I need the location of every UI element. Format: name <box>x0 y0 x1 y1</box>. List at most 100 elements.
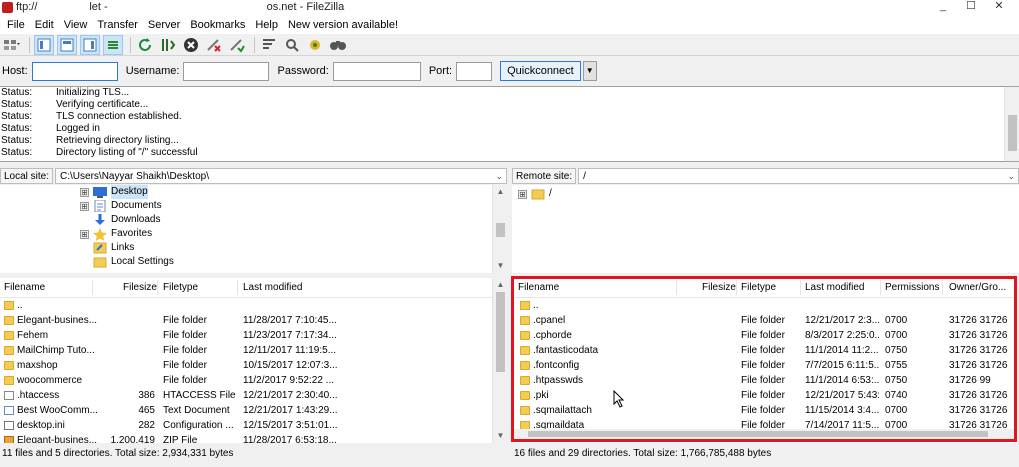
toggle-remote-tree-icon[interactable] <box>80 34 100 55</box>
table-row[interactable]: .cphorde File folder 8/3/2017 2:25:0... 070… <box>512 329 1017 344</box>
toggle-local-tree-icon[interactable] <box>57 34 77 55</box>
column-owner-group[interactable]: Owner/Gro... <box>949 282 1006 293</box>
directory-filter-icon[interactable] <box>259 35 279 55</box>
column-permissions[interactable]: Permissions <box>885 282 939 293</box>
menu-file[interactable]: File <box>2 19 30 31</box>
column-divider[interactable] <box>800 280 801 295</box>
table-row[interactable]: .sqmailattach File folder 11/15/2014 3:4..… <box>512 404 1017 419</box>
menu-new-version[interactable]: New version available! <box>283 19 403 31</box>
table-row[interactable]: Fehem File folder 11/23/2017 7:17:34... <box>0 329 507 344</box>
log-text: Retrieving directory listing... <box>56 135 179 146</box>
tree-item-links[interactable]: Links <box>80 241 134 255</box>
column-filetype[interactable]: Filetype <box>163 282 198 293</box>
expand-icon[interactable]: ⊞ <box>80 229 89 239</box>
log-scrollbar[interactable] <box>1004 87 1019 161</box>
column-last-modified[interactable]: Last modified <box>243 282 302 293</box>
menu-help[interactable]: Help <box>250 19 283 31</box>
expand-icon[interactable]: ⊞ <box>80 187 89 197</box>
tree-item-favorites[interactable]: ⊞ Favorites <box>80 227 152 241</box>
table-row[interactable]: Elegant-busines... 1,200,419 ZIP File 11/28… <box>0 434 507 443</box>
menu-transfer[interactable]: Transfer <box>92 19 143 31</box>
scroll-thumb[interactable] <box>496 223 505 237</box>
table-row[interactable]: .fantasticodata File folder 11/1/2014 11:2… <box>512 344 1017 359</box>
tree-item-downloads[interactable]: Downloads <box>80 213 160 227</box>
quickconnect-button[interactable]: Quickconnect <box>500 61 581 81</box>
log-scroll-thumb[interactable] <box>1008 115 1017 151</box>
sync-browsing-icon[interactable] <box>305 35 325 55</box>
scroll-down-icon[interactable]: ▼ <box>493 429 507 443</box>
column-divider[interactable] <box>676 280 677 295</box>
table-row[interactable]: desktop.ini 282 Configuration ... 12/15/201… <box>0 419 507 434</box>
cancel-icon[interactable] <box>181 35 201 55</box>
column-divider[interactable] <box>237 280 238 295</box>
host-input[interactable] <box>31 61 118 81</box>
table-row[interactable]: .. <box>0 299 507 314</box>
menu-edit[interactable]: Edit <box>30 19 59 31</box>
scroll-thumb[interactable] <box>496 292 505 372</box>
table-row[interactable]: .htaccess 386 HTACCESS File 12/21/2017 2:30… <box>0 389 507 404</box>
toggle-log-icon[interactable] <box>34 34 54 55</box>
menu-view[interactable]: View <box>59 19 93 31</box>
tree-item-root[interactable]: ⊞ / <box>518 187 552 201</box>
table-row[interactable]: MailChimp Tuto... File folder 12/11/2017 1… <box>0 344 507 359</box>
menu-server[interactable]: Server <box>143 19 185 31</box>
maximize-button[interactable]: ☐ <box>957 0 985 14</box>
folder-icon <box>531 189 545 200</box>
tree-item-local-settings[interactable]: Local Settings <box>80 255 174 269</box>
search-icon[interactable] <box>282 35 302 55</box>
site-manager-icon[interactable] <box>2 35 22 55</box>
expand-icon[interactable]: ⊞ <box>518 189 527 199</box>
local-tree-scrollbar[interactable]: ▲ ▼ <box>492 185 507 273</box>
table-row[interactable]: Best WooComm... 465 Text Document 12/21/201… <box>0 404 507 419</box>
table-row[interactable]: maxshop File folder 10/15/2017 12:07:3... <box>0 359 507 374</box>
chevron-down-icon[interactable]: ⌄ <box>495 169 503 184</box>
username-input[interactable] <box>183 61 270 81</box>
remote-list-hscrollbar[interactable] <box>512 429 1017 439</box>
local-list-scrollbar[interactable]: ▲ ▼ <box>492 278 507 443</box>
column-last-modified[interactable]: Last modified <box>805 282 864 293</box>
table-row[interactable]: .pki File folder 12/21/2017 5:43:... 0740 31… <box>512 389 1017 404</box>
cell-filename: .htaccess <box>17 390 60 401</box>
scroll-up-icon[interactable]: ▲ <box>493 185 507 199</box>
table-row[interactable]: .htpasswds File folder 11/1/2014 6:53:... 0… <box>512 374 1017 389</box>
column-divider[interactable] <box>736 280 737 295</box>
cell-filetype: Text Document <box>163 405 230 416</box>
table-row[interactable]: .. <box>512 299 1017 314</box>
column-divider[interactable] <box>942 280 943 295</box>
table-row[interactable]: .fontconfig File folder 7/7/2015 6:11:5...… <box>512 359 1017 374</box>
password-input[interactable] <box>332 61 421 81</box>
username-label: Username: <box>125 65 180 77</box>
cell-filename: .fontconfig <box>533 360 580 371</box>
refresh-icon[interactable] <box>135 35 155 55</box>
scroll-down-icon[interactable]: ▼ <box>493 259 507 273</box>
column-filename[interactable]: Filename <box>518 282 559 293</box>
column-divider[interactable] <box>880 280 881 295</box>
expand-icon[interactable]: ⊞ <box>80 201 89 211</box>
scroll-thumb[interactable] <box>528 431 988 437</box>
column-filename[interactable]: Filename <box>4 282 45 293</box>
close-button[interactable]: ✕ <box>985 0 1013 14</box>
column-divider[interactable] <box>92 280 93 295</box>
tree-item-desktop[interactable]: ⊞ Desktop <box>80 185 148 199</box>
local-path-input[interactable]: C:\Users\Nayyar Shaikh\Desktop\ ⌄ <box>55 168 507 184</box>
table-row[interactable]: .cpanel File folder 12/21/2017 2:3... 0700 3… <box>512 314 1017 329</box>
scroll-up-icon[interactable]: ▲ <box>493 278 507 292</box>
disconnect-icon[interactable] <box>204 35 224 55</box>
chevron-down-icon[interactable]: ⌄ <box>1007 169 1015 184</box>
toggle-queue-icon[interactable] <box>103 34 123 55</box>
minimize-button[interactable]: _ <box>929 0 957 14</box>
column-filesize[interactable]: Filesize <box>123 282 157 293</box>
table-row[interactable]: woocommerce File folder 11/2/2017 9:52:22 … <box>0 374 507 389</box>
find-files-icon[interactable] <box>328 35 348 55</box>
table-row[interactable]: Elegant-busines... File folder 11/28/2017 … <box>0 314 507 329</box>
column-divider[interactable] <box>157 280 158 295</box>
port-input[interactable] <box>456 61 493 81</box>
quickconnect-dropdown-icon[interactable]: ▼ <box>582 61 597 81</box>
menu-bookmarks[interactable]: Bookmarks <box>185 19 250 31</box>
remote-path-input[interactable]: / ⌄ <box>578 168 1019 184</box>
column-filesize[interactable]: Filesize <box>702 282 736 293</box>
reconnect-icon[interactable] <box>227 35 247 55</box>
column-filetype[interactable]: Filetype <box>741 282 776 293</box>
tree-item-documents[interactable]: ⊞ Documents <box>80 199 162 213</box>
process-queue-icon[interactable] <box>158 35 178 55</box>
